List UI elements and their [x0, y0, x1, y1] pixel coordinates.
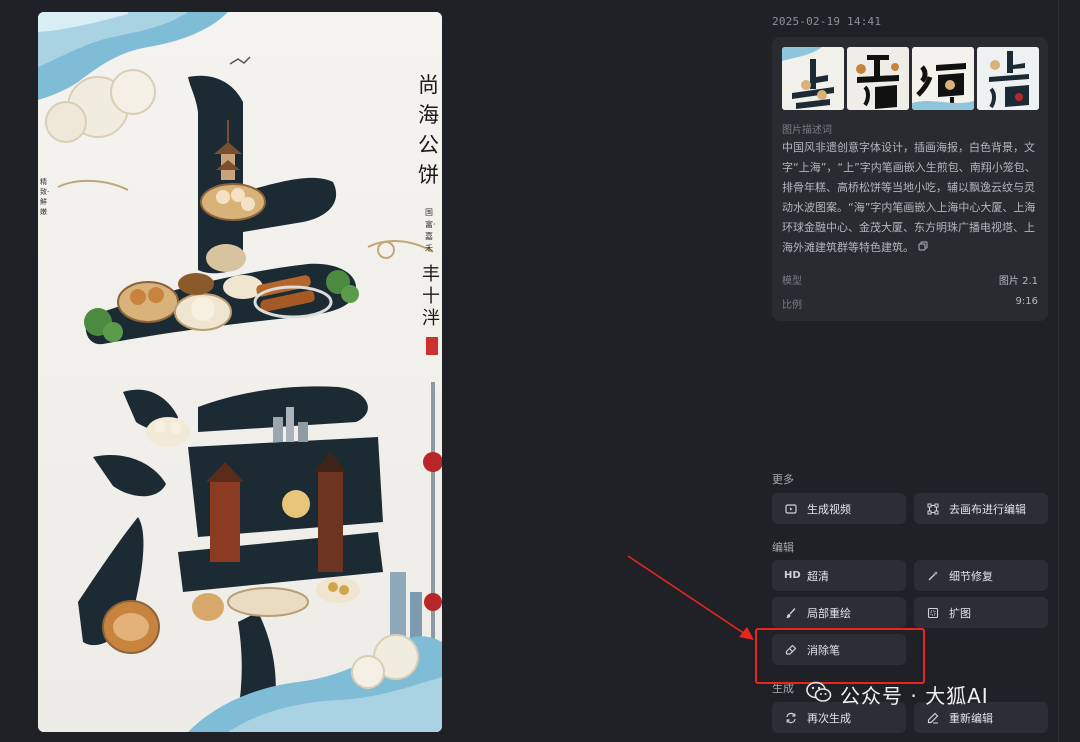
watermark-text: 公众号 · 大狐AI — [840, 684, 989, 708]
eraser-button[interactable]: 消除笔 — [772, 634, 906, 665]
section-label-edit: 编辑 — [772, 541, 794, 554]
regenerate-label: 再次生成 — [807, 711, 851, 725]
prompt-description: 中国风非遗创意字体设计，插画海报，白色背景，文字“上海”，“上”字内笔画嵌入生煎… — [782, 138, 1040, 258]
edit-pencil-icon — [926, 711, 940, 725]
wechat-icon — [806, 681, 832, 708]
expand-image-label: 扩图 — [949, 606, 971, 620]
generated-poster-image[interactable]: 尚海公饼 国富·嘉禾 丰十泮 精致·鮮嫩 — [38, 12, 442, 732]
detail-fix-label: 细节修复 — [949, 569, 993, 583]
canvas-edit-button[interactable]: 去画布进行编辑 — [914, 493, 1048, 524]
detail-fix-button[interactable]: 细节修复 — [914, 560, 1048, 591]
expand-icon — [926, 606, 940, 620]
hd-icon: HD — [784, 570, 801, 581]
section-label-generate: 生成 — [772, 682, 794, 695]
thumbnail-strip — [782, 47, 1039, 110]
poster-side-text: 丰十泮 — [422, 264, 440, 329]
generation-timestamp: 2025-02-19 14:41 — [772, 15, 882, 28]
description-label: 图片描述词 — [782, 125, 832, 136]
panel-divider — [1058, 0, 1059, 742]
prompt-description-text: 中国风非遗创意字体设计，插画海报，白色背景，文字“上海”，“上”字内笔画嵌入生煎… — [782, 141, 1036, 254]
expand-image-button[interactable]: 扩图 — [914, 597, 1048, 628]
thumbnail-1[interactable] — [782, 47, 844, 110]
eraser-label: 消除笔 — [807, 643, 840, 657]
refresh-icon — [784, 711, 798, 725]
hd-upscale-label: 超清 — [807, 569, 829, 583]
video-icon — [784, 502, 798, 516]
watermark: 公众号 · 大狐AI — [806, 680, 989, 709]
generation-info-card: 图片描述词 中国风非遗创意字体设计，插画海报，白色背景，文字“上海”，“上”字内… — [772, 37, 1048, 321]
meta-key-model: 模型 — [782, 276, 802, 287]
app-root: 尚海公饼 国富·嘉禾 丰十泮 精致·鮮嫩 2025-02-19 14:41 图片… — [0, 0, 1080, 742]
meta-row-ratio: 比例 9:16 — [782, 296, 1038, 311]
hd-upscale-button[interactable]: HD 超清 — [772, 560, 906, 591]
reedit-label: 重新编辑 — [949, 711, 993, 725]
poster-small-text: 国富·嘉禾 — [425, 208, 436, 253]
brush-icon — [784, 606, 798, 620]
annotation-arrow — [627, 555, 754, 640]
meta-key-ratio: 比例 — [782, 300, 802, 311]
thumbnail-2[interactable] — [847, 47, 909, 110]
poster-artwork — [38, 12, 442, 732]
magic-wand-icon — [926, 569, 940, 583]
section-label-more: 更多 — [772, 473, 794, 486]
poster-calligraphy: 尚海公饼 — [418, 73, 439, 187]
canvas-icon — [926, 502, 940, 516]
generate-video-button[interactable]: 生成视频 — [772, 493, 906, 524]
red-seal — [426, 337, 438, 355]
thumbnail-4[interactable] — [977, 47, 1039, 110]
copy-icon[interactable] — [918, 238, 928, 258]
inpaint-label: 局部重绘 — [807, 606, 851, 620]
meta-value-model: 图片 2.1 — [998, 276, 1038, 287]
thumbnail-3[interactable] — [912, 47, 974, 110]
meta-value-ratio: 9:16 — [1015, 296, 1038, 307]
canvas-edit-label: 去画布进行编辑 — [949, 502, 1026, 516]
eraser-icon — [784, 643, 798, 657]
generate-video-label: 生成视频 — [807, 502, 851, 516]
poster-left-small-text: 精致·鮮嫩 — [40, 178, 50, 216]
inpaint-button[interactable]: 局部重绘 — [772, 597, 906, 628]
meta-row-model: 模型 图片 2.1 — [782, 272, 1038, 287]
